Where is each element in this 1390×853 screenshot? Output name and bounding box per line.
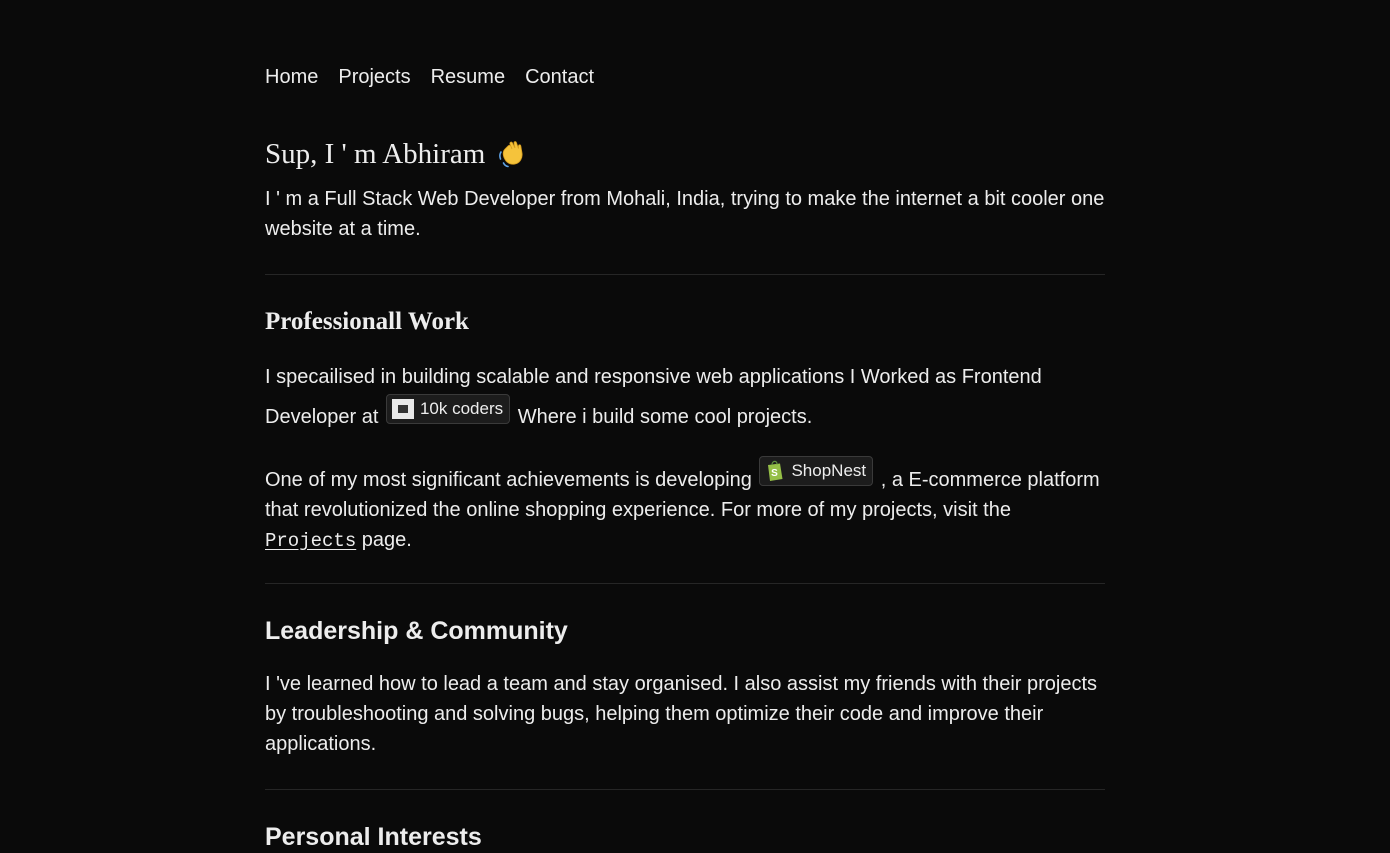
nav-projects-link[interactable]: Projects xyxy=(338,64,410,90)
professional-p1-after: Where i build some cool projects. xyxy=(517,406,813,428)
leadership-paragraph: I 've learned how to lead a team and sta… xyxy=(265,673,1098,755)
top-nav: Home Projects Resume Contact xyxy=(265,64,614,90)
nav-resume-link[interactable]: Resume xyxy=(431,64,505,90)
svg-text:S: S xyxy=(772,468,779,479)
divider xyxy=(265,583,1105,584)
professional-p2-end: page. xyxy=(361,529,412,551)
shopnest-chip-label: ShopNest xyxy=(791,461,867,480)
divider xyxy=(265,789,1105,790)
hero-title-text: Sup, I ' m Abhiram xyxy=(265,138,486,170)
waving-hand-icon xyxy=(497,137,529,169)
professional-work-title: Professionall Work xyxy=(265,308,469,335)
10k-coders-logo-icon xyxy=(391,399,414,419)
projects-page-link[interactable]: Projects xyxy=(265,530,356,552)
10k-coders-chip[interactable]: 10k coders xyxy=(385,394,511,424)
divider xyxy=(265,274,1105,275)
shopify-bag-icon: S xyxy=(765,460,785,482)
hero-title: Sup, I ' m Abhiram xyxy=(265,136,529,172)
10k-coders-chip-label: 10k coders xyxy=(419,399,504,418)
personal-interests-title: Personal Interests xyxy=(265,823,482,851)
nav-contact-link[interactable]: Contact xyxy=(525,64,594,90)
shopnest-chip[interactable]: S ShopNest xyxy=(759,456,874,486)
leadership-title: Leadership & Community xyxy=(265,617,568,645)
professional-paragraph-1: I specailised in building scalable and r… xyxy=(265,360,1110,434)
professional-paragraph-2: One of my most significant achievements … xyxy=(265,456,1110,556)
nav-home-link[interactable]: Home xyxy=(265,64,318,90)
hero-intro: I ' m a Full Stack Web Developer from Mo… xyxy=(265,188,1105,240)
professional-p2-text: One of my most significant achievements … xyxy=(265,469,752,491)
